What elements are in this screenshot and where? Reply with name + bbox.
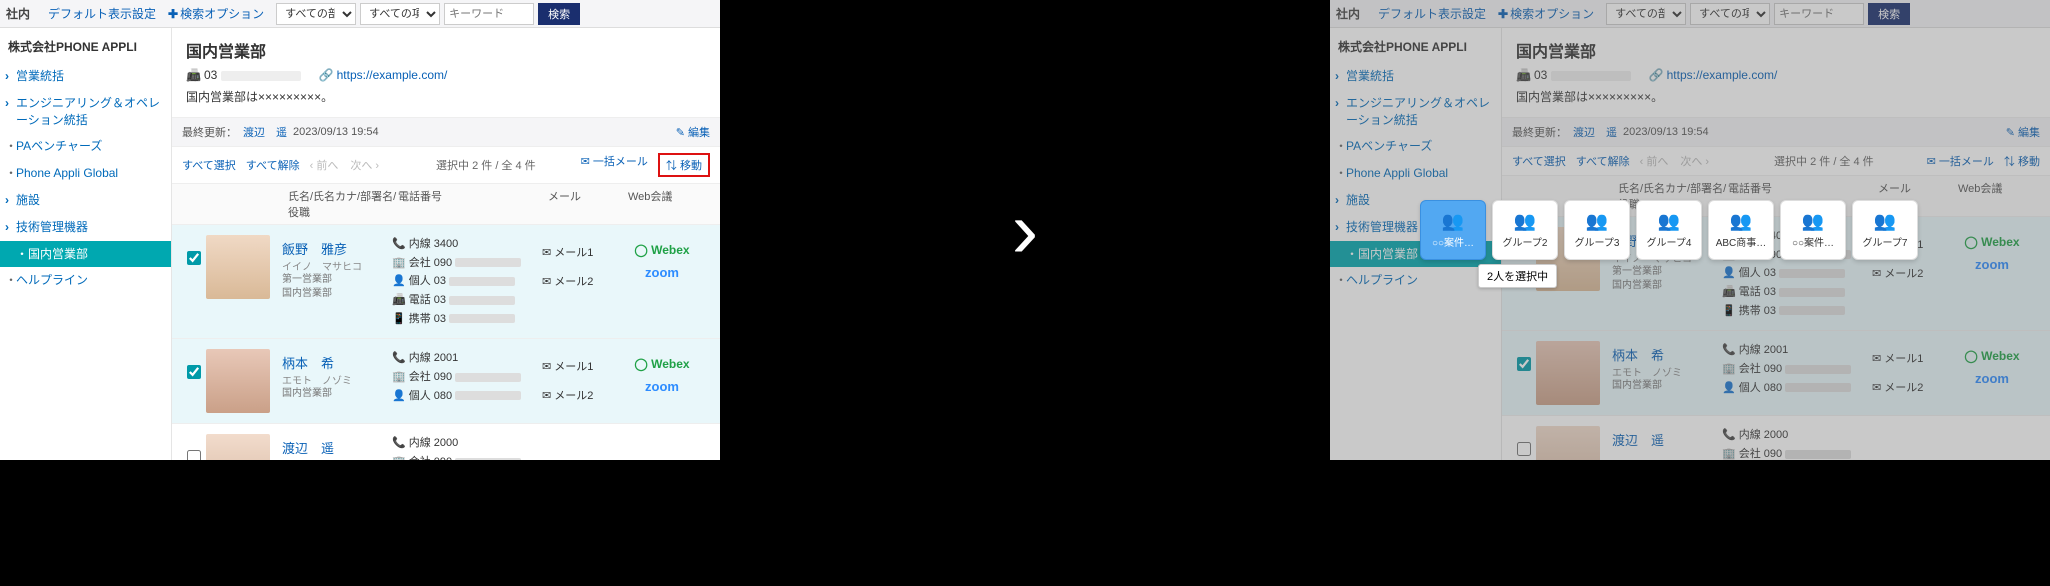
- person-row: 渡辺 遥 📞 内線 2000🏢 会社 090: [1502, 416, 2050, 460]
- sidebar-item[interactable]: ヘルプライン: [1330, 267, 1501, 294]
- phone-block: 📞 内線 3400🏢 会社 090 👤 個人 03 📠 電話 03 📱 携帯 0…: [392, 235, 542, 328]
- group-target[interactable]: 👥グループ2: [1492, 200, 1558, 260]
- group-target[interactable]: 👥ABC商事…: [1708, 200, 1774, 260]
- mail-block: ✉ メール1✉ メール2: [542, 235, 622, 296]
- web-block[interactable]: ◯ Webexzoom: [622, 349, 702, 394]
- col-phone: 電話番号: [398, 188, 548, 220]
- person-row: 飯野 雅彦 イイノ マサヒコ 第一営業部国内営業部 📞 内線 3400🏢 会社 …: [172, 225, 720, 339]
- person-name[interactable]: 渡辺 遥: [282, 438, 392, 457]
- sidebar: 株式会社PHONE APPLI 営業統括エンジニアリング＆オペレーション統括PA…: [0, 28, 172, 460]
- row-checkbox[interactable]: [1517, 442, 1531, 456]
- people-icon: 👥: [1586, 211, 1608, 232]
- web-block[interactable]: ◯ Webexzoom: [1952, 341, 2032, 386]
- group-target[interactable]: 👥○○案件…: [1420, 200, 1486, 260]
- dept-title: 国内営業部: [186, 38, 706, 62]
- sidebar-item[interactable]: Phone Appli Global: [1330, 160, 1501, 187]
- sidebar-item[interactable]: PAベンチャーズ: [1330, 133, 1501, 160]
- phone-block: 📞 内線 2001🏢 会社 090 👤 個人 080: [392, 349, 542, 405]
- deselect-all[interactable]: すべて解除: [246, 157, 300, 173]
- people-icon: 👥: [1658, 211, 1680, 232]
- person-name[interactable]: 柄本 希: [1612, 345, 1722, 364]
- people-icon: 👥: [1730, 211, 1752, 232]
- row-checkbox[interactable]: [1517, 357, 1531, 371]
- action-row: すべて選択 すべて解除 ‹ 前へ 次へ › 選択中 2 件 / 全 4 件 ✉ …: [172, 147, 720, 184]
- mail-block: [542, 434, 622, 438]
- person-name[interactable]: 飯野 雅彦: [282, 239, 392, 258]
- row-checkbox[interactable]: [187, 251, 201, 265]
- updated-bar: 最終更新：渡辺 遥2023/09/13 19:54 ✎ 編集: [172, 117, 720, 147]
- col-name: 氏名/氏名カナ/部署名/役職: [288, 188, 398, 220]
- col-web: Web会議: [628, 188, 708, 220]
- sidebar-item[interactable]: 営業統括: [0, 63, 171, 90]
- row-checkbox[interactable]: [187, 365, 201, 379]
- sidebar-item[interactable]: ヘルプライン: [0, 267, 171, 294]
- next: 次へ ›: [350, 157, 379, 173]
- link-display-settings[interactable]: デフォルト表示設定: [48, 5, 156, 22]
- group-target[interactable]: 👥グループ4: [1636, 200, 1702, 260]
- phone-block: 📞 内線 2000🏢 会社 090: [392, 434, 542, 460]
- web-block[interactable]: ◯ Webexzoom: [622, 235, 702, 280]
- select-dept[interactable]: すべての部署: [276, 3, 356, 25]
- mail-block: ✉ メール1✉ メール2: [1872, 341, 1952, 402]
- fax: 📠03: [186, 68, 301, 82]
- plus-icon: ✚: [168, 7, 178, 21]
- move-button[interactable]: ⇅ 移動: [658, 153, 710, 177]
- mail-block: [1872, 426, 1952, 430]
- panel-after: 社内 デフォルト表示設定 ✚ 検索オプション すべての部署 すべての項目 検索 …: [1330, 0, 2050, 460]
- sidebar-item[interactable]: エンジニアリング＆オペレーション統括: [0, 90, 171, 134]
- row-checkbox[interactable]: [187, 450, 201, 460]
- avatar: [206, 349, 270, 413]
- group-target[interactable]: 👥グループ3: [1564, 200, 1630, 260]
- group-target[interactable]: 👥グループ7: [1852, 200, 1918, 260]
- web-block[interactable]: [622, 434, 702, 442]
- bulk-mail[interactable]: ✉ 一括メール: [581, 153, 648, 177]
- phone-block: 📞 内線 2001🏢 会社 090 👤 個人 080: [1722, 341, 1872, 397]
- prev: ‹ 前へ: [310, 157, 339, 173]
- sidebar-item[interactable]: 営業統括: [1330, 63, 1501, 90]
- tab-internal[interactable]: 社内: [6, 5, 30, 22]
- arrow-icon: ›: [720, 184, 1330, 276]
- col-mail: メール: [548, 188, 628, 220]
- people-icon: 👥: [1874, 211, 1896, 232]
- avatar: [1536, 341, 1600, 405]
- selection-count: 選択中 2 件 / 全 4 件: [436, 157, 536, 173]
- group-target[interactable]: 👥○○案件…: [1780, 200, 1846, 260]
- sidebar-item[interactable]: 国内営業部: [0, 241, 171, 268]
- sidebar-item[interactable]: エンジニアリング＆オペレーション統括: [1330, 90, 1501, 134]
- topbar: 社内 デフォルト表示設定 ✚ 検索オプション すべての部署 すべての項目 検索: [0, 0, 720, 28]
- dept-desc: 国内営業部は×××××××××。: [186, 88, 706, 105]
- sidebar-item[interactable]: 技術管理機器: [0, 214, 171, 241]
- select-all[interactable]: すべて選択: [182, 157, 236, 173]
- people-icon: 👥: [1514, 211, 1536, 232]
- company-name: 株式会社PHONE APPLI: [0, 34, 171, 63]
- web-block[interactable]: ◯ Webexzoom: [1952, 227, 2032, 272]
- web-block[interactable]: [1952, 426, 2032, 434]
- sidebar-item[interactable]: 施設: [0, 187, 171, 214]
- link-search-options[interactable]: 検索オプション: [180, 5, 264, 22]
- avatar: [206, 235, 270, 299]
- search-input[interactable]: [444, 3, 534, 25]
- group-drop-targets: 👥○○案件…👥グループ2👥グループ3👥グループ4👥ABC商事…👥○○案件…👥グル…: [1420, 200, 1918, 260]
- people-icon: 👥: [1802, 211, 1824, 232]
- people-icon: 👥: [1442, 211, 1464, 232]
- search-button[interactable]: 検索: [538, 3, 580, 25]
- sidebar-item[interactable]: PAベンチャーズ: [0, 133, 171, 160]
- select-item[interactable]: すべての項目: [360, 3, 440, 25]
- edit-link[interactable]: ✎ 編集: [676, 124, 710, 140]
- avatar: [206, 434, 270, 460]
- panel-before: 社内 デフォルト表示設定 ✚ 検索オプション すべての部署 すべての項目 検索 …: [0, 0, 720, 460]
- mail-block: ✉ メール1✉ メール2: [542, 349, 622, 410]
- main: 国内営業部 📠03 🔗https://example.com/ 国内営業部は××…: [172, 28, 720, 460]
- sidebar-item[interactable]: Phone Appli Global: [0, 160, 171, 187]
- person-name[interactable]: 柄本 希: [282, 353, 392, 372]
- person-row: 渡辺 遥 📞 内線 2000🏢 会社 090: [172, 424, 720, 460]
- avatar: [1536, 426, 1600, 460]
- phone-block: 📞 内線 2000🏢 会社 090: [1722, 426, 1872, 460]
- person-name[interactable]: 渡辺 遥: [1612, 430, 1722, 449]
- person-row: 柄本 希 エモト ノゾミ 国内営業部 📞 内線 2001🏢 会社 090 👤 個…: [172, 339, 720, 424]
- url[interactable]: 🔗https://example.com/: [319, 68, 448, 82]
- person-row: 柄本 希 エモト ノゾミ 国内営業部 📞 内線 2001🏢 会社 090 👤 個…: [1502, 331, 2050, 416]
- drag-tooltip: 2人を選択中: [1478, 264, 1557, 288]
